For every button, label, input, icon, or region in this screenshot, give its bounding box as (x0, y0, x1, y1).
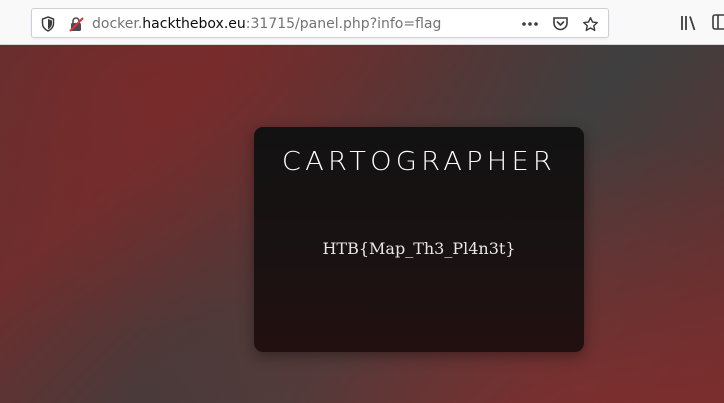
sidebar-icon[interactable] (712, 14, 724, 32)
insecure-lock-icon[interactable] (67, 15, 84, 32)
shield-icon[interactable] (39, 15, 56, 32)
library-icon[interactable] (680, 14, 698, 32)
flag-card: CARTOGRAPHER HTB{Map_Th3_Pl4n3t} (254, 127, 584, 352)
url-path: :31715/panel.php?info=flag (245, 16, 442, 32)
page-background: CARTOGRAPHER HTB{Map_Th3_Pl4n3t} (0, 45, 724, 403)
star-icon[interactable] (580, 14, 600, 34)
address-bar[interactable]: docker.hackthebox.eu:31715/panel.php?inf… (31, 8, 609, 38)
flag-text: HTB{Map_Th3_Pl4n3t} (322, 239, 516, 258)
page-actions (520, 14, 600, 34)
url-host: hackthebox.eu (142, 16, 246, 32)
browser-toolbar: docker.hackthebox.eu:31715/panel.php?inf… (0, 0, 724, 45)
url-host-prefix: docker. (92, 16, 143, 32)
pocket-icon[interactable] (550, 14, 570, 34)
url-text[interactable]: docker.hackthebox.eu:31715/panel.php?inf… (92, 15, 441, 33)
more-actions-icon[interactable] (520, 14, 540, 34)
card-title: CARTOGRAPHER (281, 147, 557, 177)
